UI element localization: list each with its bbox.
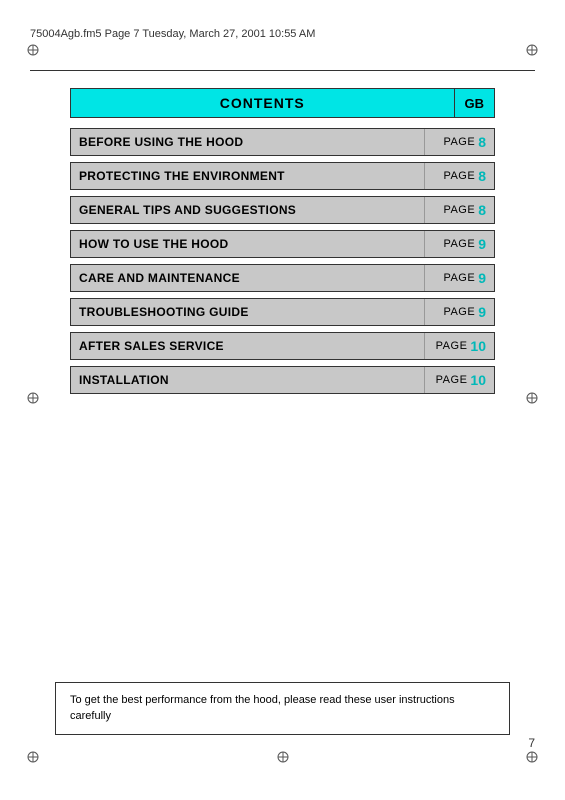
page-word-7: PAGE: [436, 374, 468, 386]
bottom-note: To get the best performance from the hoo…: [55, 682, 510, 735]
reg-mark-bot-mid: [275, 749, 291, 765]
page-num-1: 8: [478, 168, 486, 184]
page: 75004Agb.fm5 Page 7 Tuesday, March 27, 2…: [0, 0, 565, 800]
filename-label: 75004Agb.fm5 Page 7 Tuesday, March 27, 2…: [30, 28, 315, 40]
toc-label-4: CARE AND MAINTENANCE: [71, 265, 424, 291]
reg-mark-bot-left: [25, 749, 41, 765]
toc-label-7: INSTALLATION: [71, 367, 424, 393]
page-word-6: PAGE: [436, 340, 468, 352]
toc-row-2: GENERAL TIPS AND SUGGESTIONS PAGE 8: [70, 196, 495, 224]
toc-row-4: CARE AND MAINTENANCE PAGE 9: [70, 264, 495, 292]
page-number: 7: [528, 736, 535, 750]
reg-mark-bot-right: [524, 749, 540, 765]
toc-page-2: PAGE 8: [424, 197, 494, 223]
page-num-5: 9: [478, 304, 486, 320]
reg-mark-top-left: [25, 42, 41, 58]
page-num-6: 10: [470, 338, 486, 354]
toc-row-6: AFTER SALES SERVICE PAGE 10: [70, 332, 495, 360]
toc-page-5: PAGE 9: [424, 299, 494, 325]
toc-label-0: BEFORE USING THE HOOD: [71, 129, 424, 155]
toc-page-4: PAGE 9: [424, 265, 494, 291]
toc-page-1: PAGE 8: [424, 163, 494, 189]
contents-header: CONTENTS GB: [70, 88, 495, 118]
page-num-4: 9: [478, 270, 486, 286]
toc-label-3: HOW TO USE THE HOOD: [71, 231, 424, 257]
toc-page-0: PAGE 8: [424, 129, 494, 155]
reg-mark-mid-left: [25, 390, 41, 406]
header-bar: 75004Agb.fm5 Page 7 Tuesday, March 27, 2…: [30, 28, 535, 40]
page-word-3: PAGE: [443, 238, 475, 250]
toc-page-3: PAGE 9: [424, 231, 494, 257]
page-word-0: PAGE: [443, 136, 475, 148]
page-word-4: PAGE: [443, 272, 475, 284]
toc-row-5: TROUBLESHOOTING GUIDE PAGE 9: [70, 298, 495, 326]
page-num-0: 8: [478, 134, 486, 150]
page-word-5: PAGE: [443, 306, 475, 318]
toc-row-1: PROTECTING THE ENVIRONMENT PAGE 8: [70, 162, 495, 190]
toc-label-6: AFTER SALES SERVICE: [71, 333, 424, 359]
toc-label-2: GENERAL TIPS AND SUGGESTIONS: [71, 197, 424, 223]
toc-page-7: PAGE 10: [424, 367, 494, 393]
contents-title: CONTENTS: [70, 88, 454, 118]
header-rule: [30, 70, 535, 71]
page-num-2: 8: [478, 202, 486, 218]
toc-label-5: TROUBLESHOOTING GUIDE: [71, 299, 424, 325]
reg-mark-mid-right: [524, 390, 540, 406]
page-num-3: 9: [478, 236, 486, 252]
page-num-7: 10: [470, 372, 486, 388]
page-word-2: PAGE: [443, 204, 475, 216]
toc-label-1: PROTECTING THE ENVIRONMENT: [71, 163, 424, 189]
content-area: CONTENTS GB BEFORE USING THE HOOD PAGE 8…: [70, 88, 495, 400]
contents-gb-label: GB: [454, 88, 496, 118]
toc-row-0: BEFORE USING THE HOOD PAGE 8: [70, 128, 495, 156]
page-word-1: PAGE: [443, 170, 475, 182]
reg-mark-top-right: [524, 42, 540, 58]
toc-row-3: HOW TO USE THE HOOD PAGE 9: [70, 230, 495, 258]
toc-page-6: PAGE 10: [424, 333, 494, 359]
toc-row-7: INSTALLATION PAGE 10: [70, 366, 495, 394]
